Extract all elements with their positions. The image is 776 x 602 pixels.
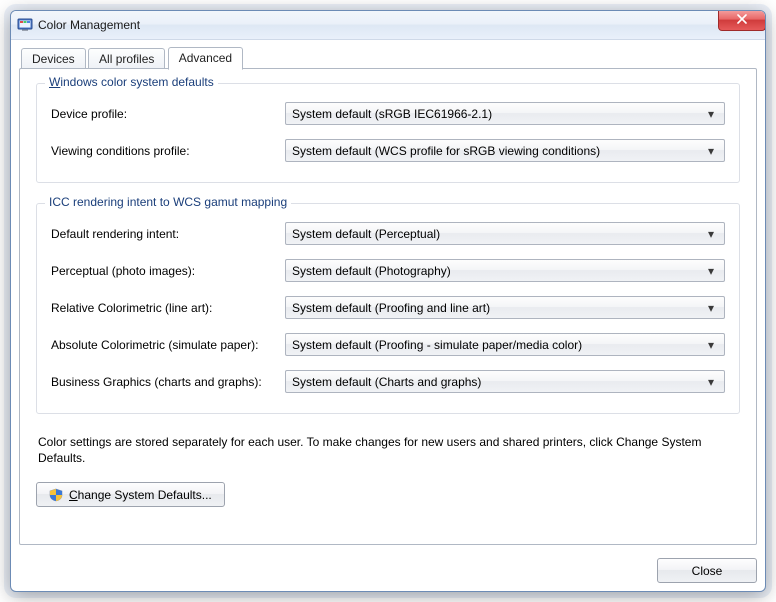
chevron-down-icon: ▾ [704, 375, 718, 389]
dropdown-default-rendering-value: System default (Perceptual) [292, 227, 704, 241]
dropdown-business[interactable]: System default (Charts and graphs) ▾ [285, 370, 725, 393]
dialog-footer: Close [657, 558, 757, 583]
dropdown-default-rendering[interactable]: System default (Perceptual) ▾ [285, 222, 725, 245]
app-icon [17, 17, 33, 33]
dropdown-viewing-conditions[interactable]: System default (WCS profile for sRGB vie… [285, 139, 725, 162]
dropdown-device-profile[interactable]: System default (sRGB IEC61966-2.1) ▾ [285, 102, 725, 125]
dropdown-relative-value: System default (Proofing and line art) [292, 301, 704, 315]
group-icc-mapping-title: ICC rendering intent to WCS gamut mappin… [45, 195, 291, 209]
close-icon [737, 13, 747, 27]
chevron-down-icon: ▾ [704, 107, 718, 121]
window-title: Color Management [38, 18, 140, 32]
chevron-down-icon: ▾ [704, 301, 718, 315]
change-system-defaults-button[interactable]: Change System Defaults... [36, 482, 225, 507]
client-area: Devices All profiles Advanced Windows co… [19, 47, 757, 583]
change-system-defaults-label: Change System Defaults... [69, 488, 212, 502]
group-windows-color-defaults-title: Windows color system defaults [45, 75, 218, 89]
dropdown-device-profile-value: System default (sRGB IEC61966-2.1) [292, 107, 704, 121]
chevron-down-icon: ▾ [704, 338, 718, 352]
group-windows-color-defaults: Windows color system defaults Device pro… [36, 83, 740, 183]
tab-page-advanced: Windows color system defaults Device pro… [19, 68, 757, 545]
close-window-button[interactable] [718, 10, 766, 31]
chevron-down-icon: ▾ [704, 264, 718, 278]
label-viewing-conditions: Viewing conditions profile: [51, 144, 285, 158]
tab-strip: Devices All profiles Advanced [21, 47, 757, 69]
chevron-down-icon: ▾ [704, 227, 718, 241]
label-relative: Relative Colorimetric (line art): [51, 301, 285, 315]
dropdown-relative[interactable]: System default (Proofing and line art) ▾ [285, 296, 725, 319]
label-perceptual: Perceptual (photo images): [51, 264, 285, 278]
label-absolute: Absolute Colorimetric (simulate paper): [51, 338, 285, 352]
dropdown-perceptual-value: System default (Photography) [292, 264, 704, 278]
dropdown-perceptual[interactable]: System default (Photography) ▾ [285, 259, 725, 282]
tab-all-profiles[interactable]: All profiles [88, 48, 165, 69]
label-business: Business Graphics (charts and graphs): [51, 375, 285, 389]
dropdown-absolute-value: System default (Proofing - simulate pape… [292, 338, 704, 352]
label-default-rendering: Default rendering intent: [51, 227, 285, 241]
label-device-profile: Device profile: [51, 107, 285, 121]
close-button-label: Close [692, 564, 723, 578]
chevron-down-icon: ▾ [704, 144, 718, 158]
tab-devices[interactable]: Devices [21, 48, 86, 69]
tab-advanced[interactable]: Advanced [168, 47, 243, 70]
dropdown-business-value: System default (Charts and graphs) [292, 375, 704, 389]
info-text: Color settings are stored separately for… [38, 434, 738, 466]
group-icc-mapping: ICC rendering intent to WCS gamut mappin… [36, 203, 740, 414]
dropdown-viewing-conditions-value: System default (WCS profile for sRGB vie… [292, 144, 704, 158]
close-button[interactable]: Close [657, 558, 757, 583]
uac-shield-icon [49, 488, 63, 502]
dropdown-absolute[interactable]: System default (Proofing - simulate pape… [285, 333, 725, 356]
color-management-window: Color Management Devices All profiles Ad… [10, 10, 766, 592]
titlebar[interactable]: Color Management [11, 11, 765, 40]
